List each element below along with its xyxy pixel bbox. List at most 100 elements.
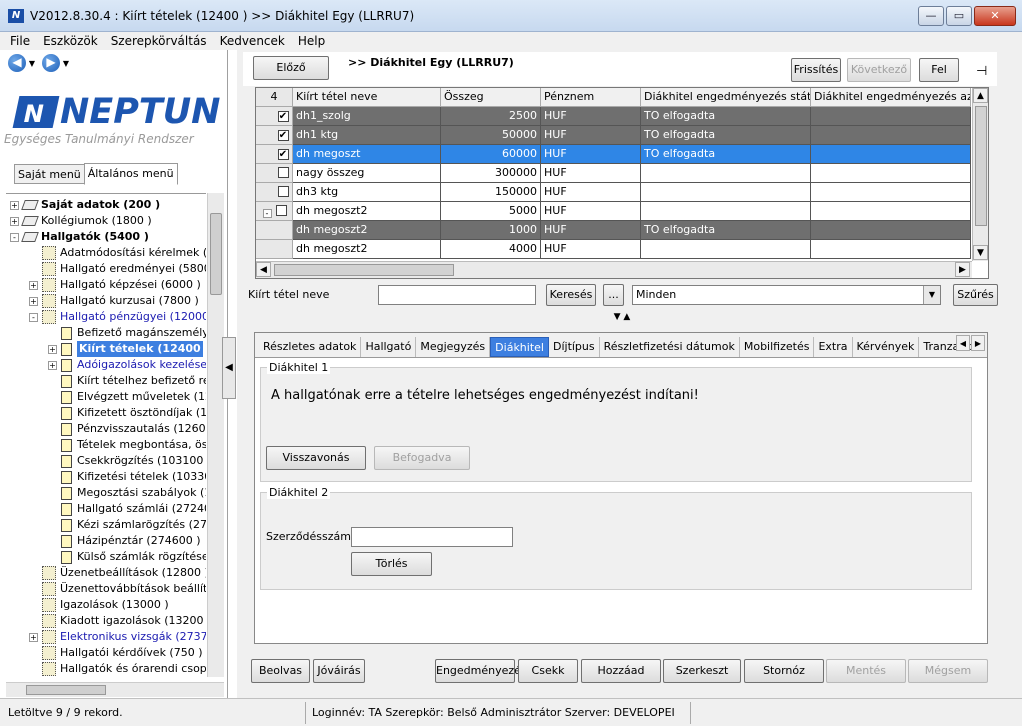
- tree-item[interactable]: Hallgató számlái (272400: [48, 501, 206, 517]
- tab-3[interactable]: Diákhitel: [490, 337, 549, 357]
- save-button[interactable]: Mentés: [826, 659, 906, 683]
- table-row[interactable]: dh megoszt2 1000 HUF TO elfogadta: [256, 221, 972, 240]
- back-history-dropdown-icon[interactable]: ▼: [26, 59, 38, 68]
- close-icon[interactable]: ✕: [974, 6, 1016, 26]
- forward-history-dropdown-icon[interactable]: ▼: [60, 59, 72, 68]
- table-row[interactable]: ✔ dh1 ktg 50000 HUF TO elfogadta: [256, 126, 972, 145]
- credit-button[interactable]: Jóváirás: [313, 659, 365, 683]
- tab-altalanos-menu[interactable]: Általános menü: [83, 163, 178, 185]
- tree-item[interactable]: Üzenettovábbítások beállítás: [29, 581, 206, 597]
- grid-vertical-scrollbar[interactable]: ▲ ▼: [972, 88, 988, 261]
- up-button[interactable]: Fel: [919, 58, 959, 82]
- tree-item[interactable]: Házipénztár (274600 ): [48, 533, 200, 549]
- row-selector-cell[interactable]: [256, 164, 293, 183]
- delete-button[interactable]: Törlés: [351, 552, 432, 576]
- tab-4[interactable]: Díjtípus: [549, 337, 600, 357]
- forward-icon[interactable]: ▶: [42, 54, 60, 72]
- tree-item[interactable]: Kiadott igazolások (13200 ): [29, 613, 206, 629]
- checkbox-checked[interactable]: ✔: [277, 149, 289, 160]
- row-selector-cell[interactable]: ✔: [256, 107, 293, 126]
- tree-item[interactable]: Hallgatók és órarendi csoport: [29, 661, 206, 677]
- tree-item[interactable]: + Kiírt tételek (12400: [48, 341, 203, 357]
- expand-icon[interactable]: +: [29, 280, 38, 290]
- row-selector-cell[interactable]: [256, 183, 293, 202]
- tree-item[interactable]: + Adóigazolások kezelése (: [48, 357, 206, 373]
- row-selector-cell[interactable]: [256, 221, 293, 240]
- tree-item[interactable]: Kifizetési tételek (103300: [48, 469, 206, 485]
- cancel-button[interactable]: Mégsem: [908, 659, 988, 683]
- filter-button[interactable]: Szűrés: [953, 284, 998, 306]
- tree-item[interactable]: Kiírt tételhez befizető rend: [48, 373, 206, 389]
- tree-item[interactable]: + Kollégiumok (1800 ): [10, 213, 152, 229]
- grid-horizontal-scrollbar[interactable]: ◀ ▶: [256, 261, 972, 278]
- tab-8[interactable]: Kérvények: [853, 337, 920, 357]
- checkbox[interactable]: [277, 167, 289, 178]
- tabs-scroll-left-icon[interactable]: ◀: [956, 335, 970, 351]
- column-header[interactable]: Kiírt tétel neve: [293, 88, 441, 107]
- tree-item[interactable]: Tételek megbontása, öss: [48, 437, 206, 453]
- back-icon[interactable]: ◀: [8, 54, 26, 72]
- tree-item[interactable]: Elvégzett műveletek (125: [48, 389, 206, 405]
- tab-7[interactable]: Extra: [814, 337, 853, 357]
- filter-select[interactable]: Minden ▼: [632, 285, 941, 305]
- table-row[interactable]: ✔ dh megoszt 60000 HUF TO elfogadta: [256, 145, 972, 164]
- collapse-icon[interactable]: -: [10, 232, 19, 242]
- maximize-icon[interactable]: ▭: [946, 6, 972, 26]
- tabs-scroll-right-icon[interactable]: ▶: [971, 335, 985, 351]
- column-header[interactable]: Pénznem: [541, 88, 641, 107]
- pin-icon[interactable]: ⊣: [976, 64, 987, 79]
- tree-item[interactable]: Hallgató eredményei (5800 ): [29, 261, 206, 277]
- expand-icon[interactable]: +: [10, 200, 19, 210]
- row-selector-cell[interactable]: [256, 240, 293, 259]
- collapse-left-pane-icon[interactable]: ◀: [222, 337, 236, 399]
- tab-0[interactable]: Részletes adatok: [259, 337, 362, 357]
- minimize-icon[interactable]: —: [918, 6, 944, 26]
- collapse-icon[interactable]: -: [262, 209, 272, 218]
- tree-vertical-scrollbar[interactable]: [207, 193, 224, 677]
- checkbox-checked[interactable]: ✔: [277, 111, 289, 122]
- tree-item[interactable]: Adatmódosítási kérelmek (560: [29, 245, 206, 261]
- table-row[interactable]: - dh megoszt2 5000 HUF: [256, 202, 972, 221]
- load-button[interactable]: Beolvas: [251, 659, 310, 683]
- tree-item[interactable]: + Hallgató képzései (6000 ): [29, 277, 201, 293]
- tree-item[interactable]: Pénzvisszautalás (12600: [48, 421, 206, 437]
- tree-item[interactable]: Csekkrögzítés (103100 ): [48, 453, 206, 469]
- column-header[interactable]: Diákhitel engedményezés státusza: [641, 88, 811, 107]
- menu-file[interactable]: File: [10, 32, 30, 50]
- tree-item[interactable]: + Hallgató kurzusai (7800 ): [29, 293, 199, 309]
- tree-item[interactable]: Kézi számlarögzítés (273: [48, 517, 206, 533]
- expand-icon[interactable]: +: [10, 216, 19, 226]
- tree-item[interactable]: Befizető magánszemélyek: [48, 325, 206, 341]
- refresh-button[interactable]: Frissítés: [791, 58, 841, 82]
- chevron-down-icon[interactable]: ▼: [923, 286, 940, 304]
- accepted-button[interactable]: Befogadva: [374, 446, 470, 470]
- expand-icon[interactable]: +: [48, 360, 57, 370]
- next-button[interactable]: Következő: [847, 58, 911, 82]
- tree-item[interactable]: Külső számlák rögzítése (: [48, 549, 206, 565]
- tab-1[interactable]: Hallgató: [361, 337, 417, 357]
- expand-icon[interactable]: +: [48, 344, 57, 354]
- previous-button[interactable]: Előző: [253, 56, 329, 80]
- splitter-arrows-icon[interactable]: ▼ ▲: [597, 312, 647, 322]
- add-button[interactable]: Hozzáad: [581, 659, 661, 683]
- tab-2[interactable]: Megjegyzés: [416, 337, 491, 357]
- assignment-button[interactable]: Engedményezés: [435, 659, 527, 683]
- collapse-icon[interactable]: -: [29, 312, 38, 322]
- table-row[interactable]: dh megoszt2 4000 HUF: [256, 240, 972, 259]
- table-row[interactable]: ✔ dh1_szolg 2500 HUF TO elfogadta: [256, 107, 972, 126]
- tree-item[interactable]: - Hallgatók (5400 ): [10, 229, 149, 245]
- cheque-button[interactable]: Csekk: [518, 659, 578, 683]
- checkbox[interactable]: [277, 186, 289, 197]
- tab-5[interactable]: Részletfizetési dátumok: [600, 337, 740, 357]
- ellipsis-button[interactable]: ...: [603, 284, 624, 306]
- expand-icon[interactable]: +: [29, 296, 38, 306]
- tree-item[interactable]: Hallgatói kérdőívek (750 ): [29, 645, 203, 661]
- tree-horizontal-scrollbar[interactable]: [6, 682, 224, 697]
- contract-number-input[interactable]: [351, 527, 513, 547]
- tree-item[interactable]: Igazolások (13000 ): [29, 597, 169, 613]
- table-row[interactable]: nagy összeg 300000 HUF: [256, 164, 972, 183]
- tree-item[interactable]: Kifizetett ösztöndíjak (170: [48, 405, 206, 421]
- checkbox[interactable]: [275, 205, 287, 216]
- tree-item[interactable]: + Saját adatok (200 ): [10, 197, 160, 213]
- items-grid[interactable]: ▲ ▼ ◀ ▶ 4 Kiírt tétel neve Összeg Pénznem Di…: [255, 87, 989, 279]
